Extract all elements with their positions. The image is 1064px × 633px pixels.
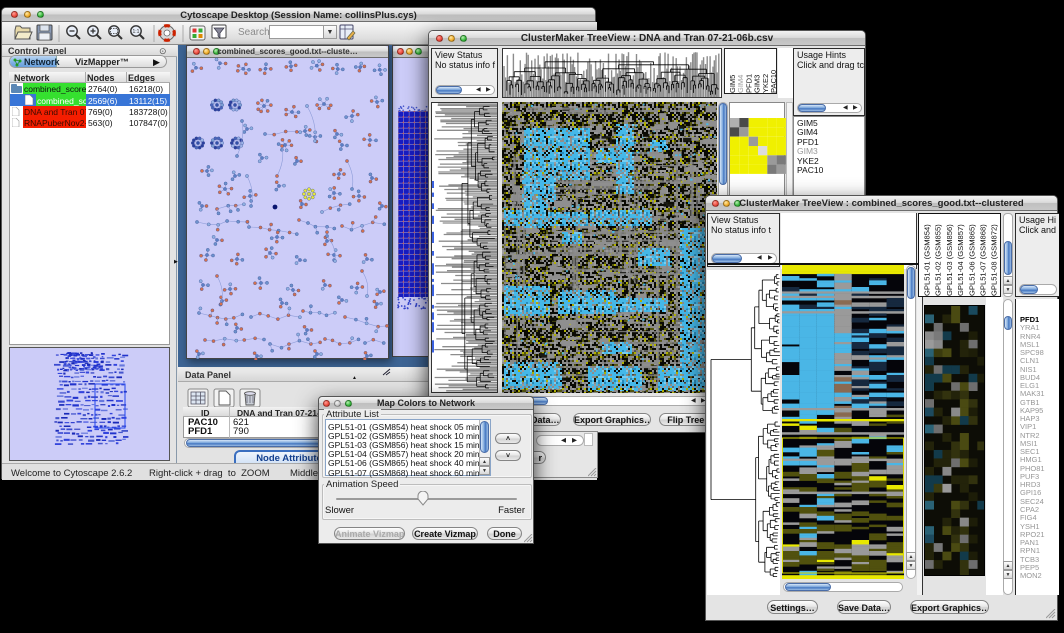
svg-text:GPL51-02 (GSM855): GPL51-02 (GSM855): [934, 224, 943, 296]
svg-text:GPL51-03 (GSM856): GPL51-03 (GSM856): [945, 224, 954, 296]
svg-text:GPL51-01 (GSM854): GPL51-01 (GSM854): [923, 224, 932, 296]
svg-text:GPL51-06 (GSM865): GPL51-06 (GSM865): [967, 224, 976, 296]
svg-text:GPL51-07 (GSM868): GPL51-07 (GSM868): [979, 224, 988, 296]
svg-text:1:1: 1:1: [133, 29, 140, 35]
svg-text:PAC10: PAC10: [769, 70, 778, 93]
svg-text:GPL51-04 (GSM857): GPL51-04 (GSM857): [956, 224, 965, 296]
svg-text:GPL51-08 (GSM872): GPL51-08 (GSM872): [990, 224, 999, 296]
